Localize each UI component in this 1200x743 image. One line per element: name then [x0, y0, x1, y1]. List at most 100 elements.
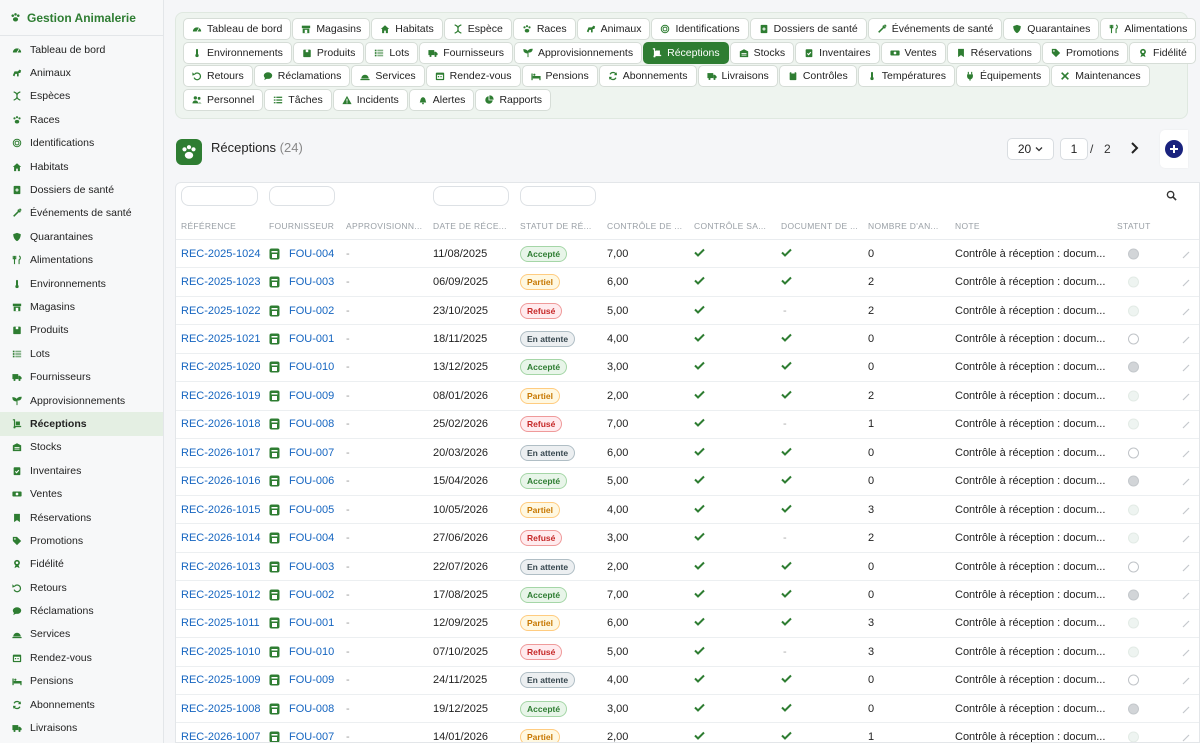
reference-link[interactable]: REC-2026-1018 — [181, 418, 261, 430]
edit-icon[interactable] — [1182, 278, 1190, 287]
filter-reference-input[interactable] — [181, 186, 258, 206]
nav-tab-alimentations[interactable]: Alimentations — [1100, 18, 1197, 40]
status-indicator-icon[interactable] — [1128, 276, 1139, 288]
edit-icon[interactable] — [1182, 648, 1190, 657]
nav-tab-fournisseurs[interactable]: Fournisseurs — [419, 41, 513, 64]
nav-tab-tableau-de-bord[interactable]: Tableau de bord — [183, 18, 292, 40]
status-indicator-icon[interactable] — [1128, 617, 1139, 629]
edit-icon[interactable] — [1182, 563, 1190, 571]
column-header[interactable]: STATUT DE RÉ... — [520, 221, 600, 231]
supplier-link[interactable]: FOU-010 — [269, 361, 334, 373]
add-button[interactable] — [1160, 130, 1188, 168]
status-indicator-icon[interactable] — [1128, 646, 1139, 658]
reference-link[interactable]: REC-2025-1023 — [181, 276, 261, 288]
edit-icon[interactable] — [1182, 591, 1190, 600]
nav-tab-equipements[interactable]: Équipements — [955, 65, 1051, 87]
sidebar-item-cash[interactable]: Ventes — [0, 482, 163, 505]
edit-icon[interactable] — [1182, 363, 1190, 372]
nav-tab-espece[interactable]: Espèce — [443, 18, 512, 40]
nav-tab-alertes[interactable]: Alertes — [408, 88, 475, 111]
edit-icon[interactable] — [1182, 705, 1190, 714]
status-indicator-icon[interactable] — [1128, 703, 1139, 715]
reference-link[interactable]: REC-2025-1021 — [181, 333, 261, 345]
table-row[interactable]: REC-2025-1024 FOU-004 - 11/08/2025 Accep… — [176, 240, 1199, 269]
column-header[interactable]: NOTE — [955, 221, 1035, 231]
filter-date-input[interactable] — [433, 186, 509, 206]
status-indicator-icon[interactable] — [1128, 589, 1139, 601]
table-row[interactable]: REC-2026-1014 FOU-004 - 27/06/2026 Refus… — [176, 524, 1199, 553]
status-indicator-icon[interactable] — [1128, 333, 1139, 345]
reference-link[interactable]: REC-2025-1010 — [181, 646, 261, 658]
supplier-link[interactable]: FOU-001 — [269, 333, 334, 345]
edit-icon[interactable] — [1182, 506, 1190, 515]
edit-icon[interactable] — [1182, 733, 1190, 742]
sidebar-item-store[interactable]: Magasins — [0, 295, 163, 318]
sidebar-item-utensils[interactable]: Alimentations — [0, 249, 163, 272]
supplier-link[interactable]: FOU-002 — [269, 589, 334, 601]
supplier-link[interactable]: FOU-004 — [269, 248, 334, 260]
sidebar-item-award[interactable]: Fidélité — [0, 553, 163, 576]
nav-tab-identifications[interactable]: Identifications — [651, 18, 749, 40]
sidebar-item-tag[interactable]: Promotions — [0, 529, 163, 552]
status-indicator-icon[interactable] — [1128, 475, 1139, 487]
supplier-link[interactable]: FOU-003 — [269, 561, 334, 573]
status-indicator-icon[interactable] — [1128, 504, 1139, 516]
sidebar-item-list[interactable]: Lots — [0, 342, 163, 365]
nav-tab-reservations[interactable]: Réservations — [946, 41, 1041, 64]
sidebar-item-animal[interactable]: Animaux — [0, 61, 163, 84]
nav-tab-abonnements[interactable]: Abonnements — [598, 65, 697, 87]
sidebar-item-box[interactable]: Produits — [0, 319, 163, 342]
reference-link[interactable]: REC-2025-1012 — [181, 589, 261, 601]
table-row[interactable]: REC-2026-1019 FOU-009 - 08/01/2026 Parti… — [176, 382, 1199, 411]
edit-icon[interactable] — [1182, 335, 1190, 344]
nav-tab-personnel[interactable]: Personnel — [183, 88, 264, 111]
page-input[interactable]: 1 — [1060, 138, 1088, 160]
table-row[interactable]: REC-2025-1010 FOU-010 - 07/10/2025 Refus… — [176, 638, 1199, 667]
edit-icon[interactable] — [1182, 619, 1190, 628]
nav-tab-evenements-de-sante[interactable]: Événements de santé — [867, 18, 1003, 40]
table-row[interactable]: REC-2026-1018 FOU-008 - 25/02/2026 Refus… — [176, 411, 1199, 440]
reference-link[interactable]: REC-2025-1022 — [181, 305, 261, 317]
column-header[interactable]: DATE DE RÉCE... — [433, 221, 513, 231]
nav-tab-stocks[interactable]: Stocks — [729, 41, 795, 64]
reference-link[interactable]: REC-2026-1013 — [181, 561, 261, 573]
edit-icon[interactable] — [1182, 676, 1190, 685]
table-row[interactable]: REC-2025-1008 FOU-008 - 19/12/2025 Accep… — [176, 695, 1199, 724]
nav-tab-races[interactable]: Races — [512, 18, 576, 40]
sidebar-item-undo[interactable]: Retours — [0, 576, 163, 599]
column-header[interactable]: FOURNISSEUR — [269, 221, 341, 231]
filter-statut-input[interactable] — [520, 186, 596, 206]
nav-tab-quarantaines[interactable]: Quarantaines — [1003, 18, 1100, 40]
nav-tab-promotions[interactable]: Promotions — [1041, 41, 1129, 64]
nav-tab-controles[interactable]: Contrôles — [778, 65, 857, 87]
edit-icon[interactable] — [1182, 534, 1190, 543]
column-header[interactable]: APPROVISIONN... — [346, 221, 426, 231]
nav-tab-inventaires[interactable]: Inventaires — [795, 41, 880, 64]
nav-tab-fidelite[interactable]: Fidélité — [1129, 41, 1196, 64]
status-indicator-icon[interactable] — [1128, 447, 1139, 459]
nav-tab-retours[interactable]: Retours — [183, 65, 253, 87]
nav-tab-magasins[interactable]: Magasins — [292, 18, 371, 40]
reference-link[interactable]: REC-2025-1009 — [181, 674, 261, 686]
table-row[interactable]: REC-2025-1011 FOU-001 - 12/09/2025 Parti… — [176, 610, 1199, 639]
nav-tab-animaux[interactable]: Animaux — [576, 18, 651, 40]
sidebar-item-truck[interactable]: Fournisseurs — [0, 365, 163, 388]
column-header[interactable]: DOCUMENT DE ... — [781, 221, 861, 231]
supplier-link[interactable]: FOU-007 — [269, 447, 334, 459]
reference-link[interactable]: REC-2026-1007 — [181, 731, 261, 742]
supplier-link[interactable]: FOU-010 — [269, 646, 334, 658]
column-header[interactable]: RÉFÉRENCE — [181, 221, 261, 231]
supplier-link[interactable]: FOU-009 — [269, 390, 334, 402]
nav-tab-ventes[interactable]: Ventes — [880, 41, 946, 64]
next-page-button[interactable] — [1127, 140, 1141, 156]
sidebar-item-sync[interactable]: Abonnements — [0, 693, 163, 716]
per-page-select[interactable]: 20 — [1007, 138, 1054, 160]
nav-tab-services[interactable]: Services — [351, 65, 425, 87]
reference-link[interactable]: REC-2025-1024 — [181, 248, 261, 260]
nav-tab-incidents[interactable]: Incidents — [332, 88, 408, 111]
nav-tab-environnements[interactable]: Environnements — [183, 41, 292, 64]
sidebar-item-bed[interactable]: Pensions — [0, 670, 163, 693]
table-row[interactable]: REC-2026-1017 FOU-007 - 20/03/2026 En at… — [176, 439, 1199, 468]
table-row[interactable]: REC-2025-1022 FOU-002 - 23/10/2025 Refus… — [176, 297, 1199, 326]
supplier-link[interactable]: FOU-008 — [269, 418, 334, 430]
